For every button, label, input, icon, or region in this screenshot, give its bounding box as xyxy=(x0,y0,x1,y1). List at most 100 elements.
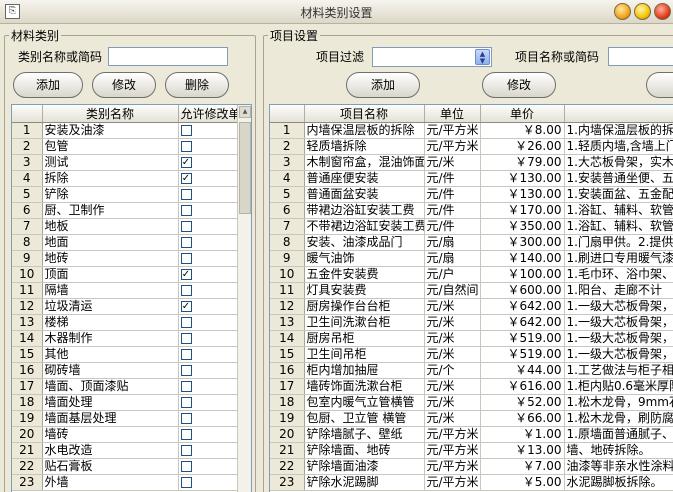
table-row[interactable]: 1 安装及油漆 xyxy=(12,122,239,139)
category-name-cell[interactable]: 垃圾清运 xyxy=(42,298,179,315)
column-header-price[interactable]: 单价 xyxy=(480,105,565,123)
column-header-unit[interactable]: 单位 xyxy=(424,105,481,123)
category-name-cell[interactable]: 楼梯 xyxy=(42,314,179,331)
description-cell[interactable]: 1.刷进口专用暖气漆。 xyxy=(564,250,673,267)
category-name-cell[interactable]: 水电改造 xyxy=(42,442,179,459)
table-row[interactable]: 9 地砖 xyxy=(12,250,239,267)
item-name-cell[interactable]: 不带裙边浴缸安装工费 xyxy=(304,218,425,235)
unit-cell[interactable]: 元/件 xyxy=(424,202,481,219)
table-row[interactable]: 4 拆除 ✓ xyxy=(12,170,239,187)
category-add-button[interactable]: 添加 xyxy=(13,72,83,98)
table-row[interactable]: 23 铲除水泥踢脚 元/平方米 ￥5.00 水泥踢脚板拆除。 xyxy=(270,474,673,491)
table-row[interactable]: 15 其他 xyxy=(12,346,239,363)
column-header-allow-edit[interactable]: 允许修改单 xyxy=(178,105,239,123)
column-header-category-name[interactable]: 类别名称 xyxy=(42,105,179,123)
allow-edit-checkbox[interactable]: ✓ xyxy=(180,269,192,280)
close-button[interactable] xyxy=(654,3,671,20)
category-delete-button[interactable]: 删除 xyxy=(165,72,229,98)
unit-cell[interactable]: 元/件 xyxy=(424,186,481,203)
item-name-cell[interactable]: 暖气油饰 xyxy=(304,250,425,267)
item-name-cell[interactable]: 安装、油漆成品门 xyxy=(304,234,425,251)
table-row[interactable]: 5普通面盆安装元/件￥130.001.安装面盆、五金配件 xyxy=(270,186,673,203)
category-name-cell[interactable]: 拆除 xyxy=(42,170,179,187)
unit-cell[interactable]: 元/平方米 xyxy=(424,138,481,155)
description-cell[interactable]: 1.工艺做法与柜子相同 xyxy=(564,362,673,379)
table-row[interactable]: 20 墙砖 xyxy=(12,426,239,443)
item-name-cell[interactable]: 铲除水泥踢脚 xyxy=(304,474,425,491)
table-row[interactable]: 22 贴石膏板 xyxy=(12,458,239,475)
unit-cell[interactable]: 元/件 xyxy=(424,218,481,235)
allow-edit-checkbox[interactable] xyxy=(180,125,192,136)
dropdown-arrow-icon[interactable]: ▲ ▼ xyxy=(475,49,490,65)
unit-cell[interactable]: 元/扇 xyxy=(424,250,481,267)
scroll-thumb[interactable] xyxy=(239,122,251,214)
description-cell[interactable]: 1.柜内贴0.6毫米厚防火 xyxy=(564,378,673,395)
description-cell[interactable]: 1.松木龙骨，刷防腐涂 xyxy=(564,410,673,427)
category-name-cell[interactable]: 木器制作 xyxy=(42,330,179,347)
unit-cell[interactable]: 元/扇 xyxy=(424,234,481,251)
table-row[interactable]: 19 墙面基层处理 xyxy=(12,410,239,427)
description-cell[interactable]: 1.一级大芯板骨架，空 xyxy=(564,298,673,315)
description-cell[interactable]: 1.大芯板骨架，实木收 xyxy=(564,154,673,171)
allow-edit-checkbox[interactable]: ✓ xyxy=(180,301,192,312)
description-cell[interactable]: 1.安装面盆、五金配件 xyxy=(564,186,673,203)
item-name-cell[interactable]: 厨房操作台台柜 xyxy=(304,298,425,315)
item-name-cell[interactable]: 普通面盆安装 xyxy=(304,186,425,203)
allow-edit-checkbox[interactable] xyxy=(180,141,192,152)
category-name-cell[interactable]: 包管 xyxy=(42,138,179,155)
description-cell[interactable]: 1.浴缸、辅料、软管等 xyxy=(564,202,673,219)
price-cell[interactable]: ￥519.00 xyxy=(480,330,565,347)
table-row[interactable]: 3木制窗帘盒，混油饰面元/米￥79.001.大芯板骨架，实木收 xyxy=(270,154,673,171)
unit-cell[interactable]: 元/米 xyxy=(424,378,481,395)
price-cell[interactable]: ￥44.00 xyxy=(480,362,565,379)
table-row[interactable]: 7不带裙边浴缸安装工费元/件￥350.001.浴缸、辅料、软管等 xyxy=(270,218,673,235)
item-name-cell[interactable]: 普通座便安装 xyxy=(304,170,425,187)
allow-edit-checkbox[interactable] xyxy=(180,477,192,488)
category-name-cell[interactable]: 地面 xyxy=(42,234,179,251)
description-cell[interactable]: 1.轻质内墙,含墙上门、 xyxy=(564,138,673,155)
table-row[interactable]: 13卫生间洗漱台柜元/米￥642.001.一级大芯板骨架，空 xyxy=(270,314,673,331)
category-name-cell[interactable]: 贴石膏板 xyxy=(42,458,179,475)
description-cell[interactable]: 1.一级大芯板骨架，空 xyxy=(564,330,673,347)
allow-edit-checkbox[interactable]: ✓ xyxy=(180,173,192,184)
price-cell[interactable]: ￥7.00 xyxy=(480,458,565,475)
scroll-up-arrow-icon[interactable]: ▲ xyxy=(239,106,251,118)
allow-edit-checkbox[interactable] xyxy=(180,349,192,360)
unit-cell[interactable]: 元/米 xyxy=(424,298,481,315)
description-cell[interactable]: 1.原墙面普通腻子、壁纸 xyxy=(564,426,673,443)
price-cell[interactable]: ￥5.00 xyxy=(480,474,565,491)
allow-edit-checkbox[interactable] xyxy=(180,317,192,328)
table-row[interactable]: 13 楼梯 xyxy=(12,314,239,331)
category-name-cell[interactable]: 隔墙 xyxy=(42,282,179,299)
category-name-cell[interactable]: 铲除 xyxy=(42,186,179,203)
allow-edit-checkbox[interactable] xyxy=(180,365,192,376)
price-cell[interactable]: ￥79.00 xyxy=(480,154,565,171)
item-name-cell[interactable]: 轻质墙拆除 xyxy=(304,138,425,155)
item-delete-button[interactable] xyxy=(646,72,673,98)
table-row[interactable]: 1内墙保温层板的拆除元/平方米￥8.001.内墙保温层板的拆除 xyxy=(270,122,673,139)
unit-cell[interactable]: 元/平方米 xyxy=(424,122,481,139)
price-cell[interactable]: ￥1.00 xyxy=(480,426,565,443)
table-row[interactable]: 15卫生间吊柜元/米￥519.001.一级大芯板骨架，空 xyxy=(270,346,673,363)
category-name-cell[interactable]: 测试 xyxy=(42,154,179,171)
item-name-cell[interactable]: 铲除墙面、地砖 xyxy=(304,442,425,459)
item-filter-dropdown[interactable]: ▲ ▼ xyxy=(372,47,492,67)
item-name-cell[interactable]: 五金件安装费 xyxy=(304,266,425,283)
category-grid-scrollbar[interactable]: ▲ xyxy=(237,105,251,492)
table-row[interactable]: 20铲除墙腻子、壁纸元/平方米￥1.001.原墙面普通腻子、壁纸 xyxy=(270,426,673,443)
price-cell[interactable]: ￥300.00 xyxy=(480,234,565,251)
price-cell[interactable]: ￥140.00 xyxy=(480,250,565,267)
price-cell[interactable]: ￥8.00 xyxy=(480,122,565,139)
description-cell[interactable]: 1.门扇甲供。2.提供忧 xyxy=(564,234,673,251)
table-row[interactable]: 17 墙面、顶面漆贴 xyxy=(12,378,239,395)
category-name-cell[interactable]: 顶面 xyxy=(42,266,179,283)
unit-cell[interactable]: 元/户 xyxy=(424,266,481,283)
table-row[interactable]: 6带裙边浴缸安装工费元/件￥170.001.浴缸、辅料、软管等 xyxy=(270,202,673,219)
allow-edit-checkbox[interactable] xyxy=(180,413,192,424)
item-name-cell[interactable]: 卫生间洗漱台柜 xyxy=(304,314,425,331)
unit-cell[interactable]: 元/自然间 xyxy=(424,282,481,299)
minimize-button[interactable] xyxy=(614,3,631,20)
description-cell[interactable]: 1.松木龙骨，9mm石膏 xyxy=(564,394,673,411)
allow-edit-checkbox[interactable] xyxy=(180,285,192,296)
allow-edit-checkbox[interactable] xyxy=(180,461,192,472)
